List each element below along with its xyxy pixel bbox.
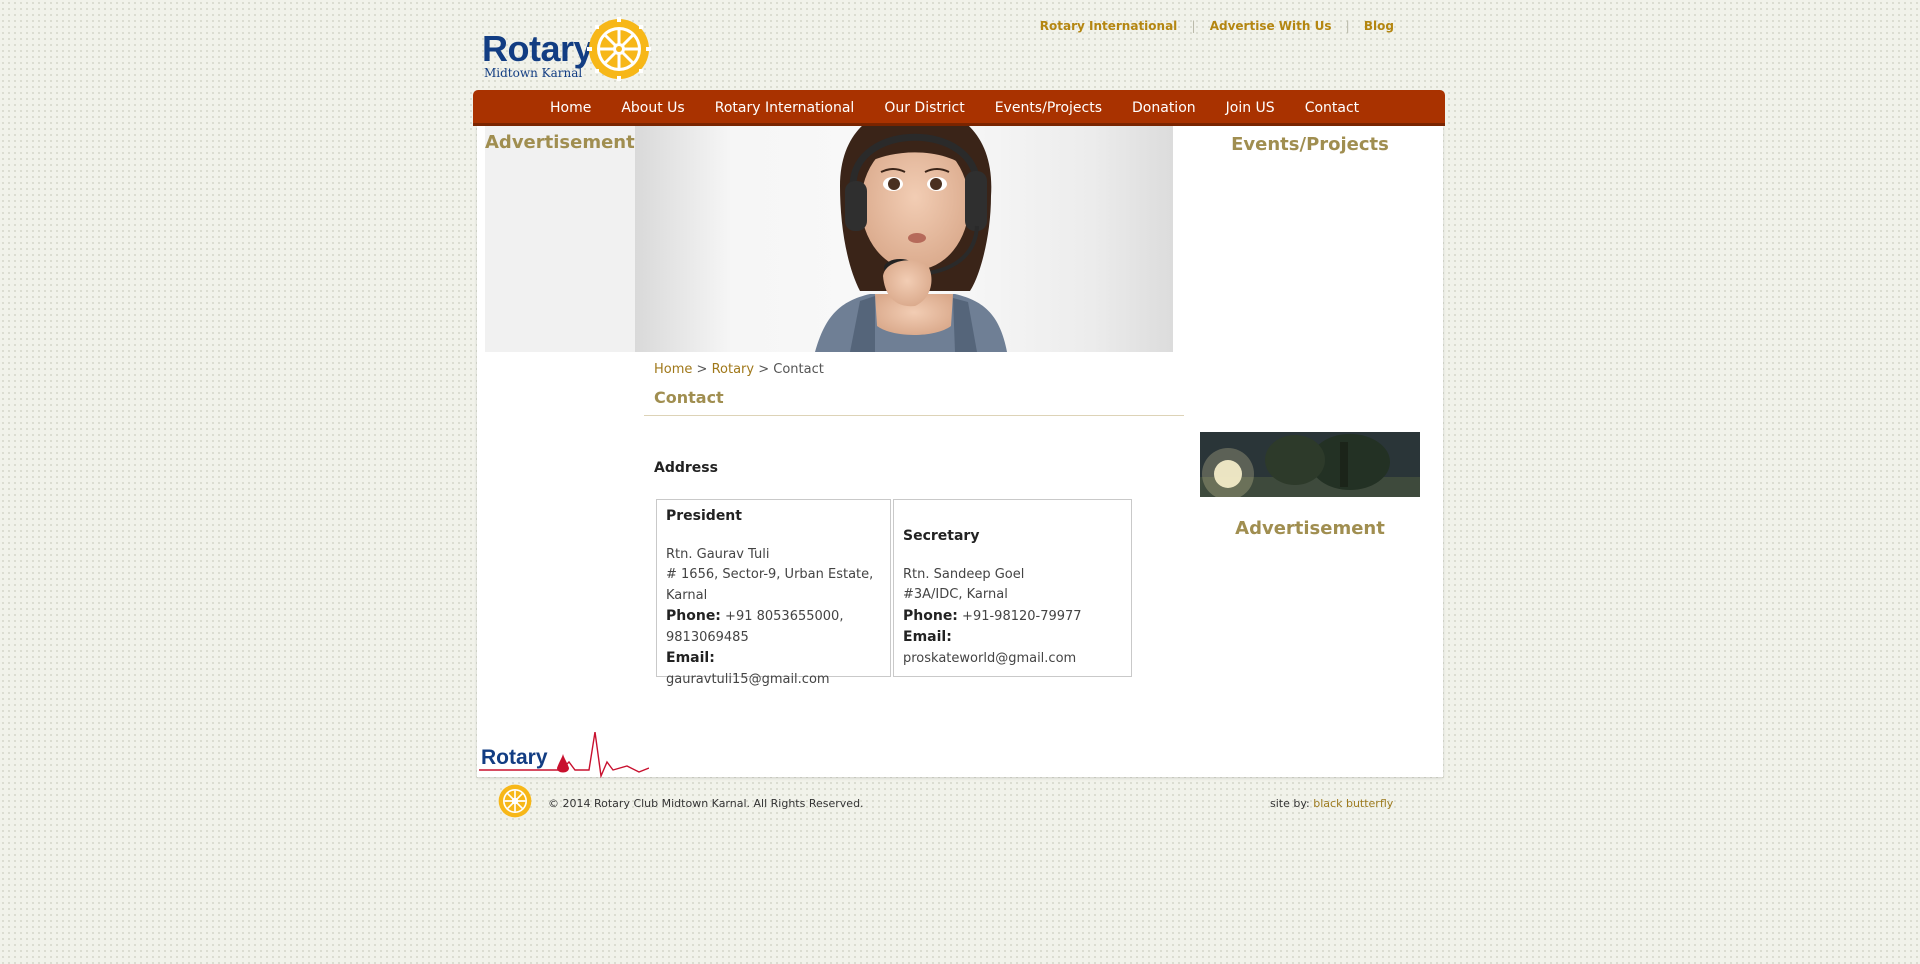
- site-by-credit-link[interactable]: black butterfly: [1313, 797, 1393, 810]
- logo-wordmark: Rotary: [482, 28, 594, 69]
- president-contact-card: President Rtn. Gaurav Tuli # 1656, Secto…: [656, 499, 891, 687]
- event-night-photo: [1200, 432, 1420, 497]
- address-heading: Address: [654, 460, 718, 476]
- breadcrumb-current: Contact: [773, 362, 824, 377]
- nav-item-rotary-international[interactable]: Rotary International: [700, 90, 870, 126]
- page-title-bar: Contact: [644, 388, 1184, 416]
- right-advertisement-title: Advertisement: [1235, 518, 1385, 539]
- secretary-address: #3A/IDC, Karnal: [903, 587, 1008, 602]
- nav-item-contact[interactable]: Contact: [1290, 90, 1374, 126]
- rotary-wheel-icon: [498, 784, 532, 818]
- president-name: Rtn. Gaurav Tuli: [666, 546, 770, 562]
- nav-item-home[interactable]: Home: [535, 90, 606, 126]
- president-phone-label: Phone:: [666, 608, 721, 624]
- events-projects-sidebar: Events/Projects: [1195, 134, 1425, 434]
- site-by-label: site by:: [1270, 797, 1310, 810]
- secretary-email[interactable]: proskateworld@gmail.com: [903, 651, 1076, 666]
- main-nav: Home About Us Rotary International Our D…: [473, 90, 1445, 126]
- content-panel: Advertisement Events/Projects Advertisem…: [477, 126, 1443, 778]
- top-link-separator: |: [1191, 19, 1196, 33]
- president-email-label: Email:: [666, 650, 715, 666]
- breadcrumb-home[interactable]: Home: [654, 362, 692, 377]
- president-address: # 1656, Sector-9, Urban Estate, Karnal: [666, 567, 874, 603]
- rotary-wheel-icon: [587, 17, 651, 81]
- logo-subtext: Midtown Karnal: [484, 66, 583, 80]
- breadcrumb-separator: >: [696, 362, 708, 377]
- hero-banner-image: [635, 126, 1173, 352]
- top-links: Rotary International | Advertise With Us…: [1040, 19, 1394, 33]
- breadcrumb-separator: >: [758, 362, 770, 377]
- breadcrumb: Home > Rotary > Contact: [654, 362, 824, 377]
- nav-item-join-us[interactable]: Join US: [1211, 90, 1290, 126]
- page-title: Contact: [654, 388, 724, 407]
- top-link-blog[interactable]: Blog: [1364, 19, 1394, 33]
- secretary-email-label: Email:: [903, 629, 952, 645]
- right-advertisement: Advertisement: [1195, 518, 1425, 539]
- top-link-advertise[interactable]: Advertise With Us: [1210, 19, 1332, 33]
- president-role: President: [666, 508, 742, 524]
- nav-item-our-district[interactable]: Our District: [869, 90, 979, 126]
- event-photo[interactable]: [1200, 432, 1420, 497]
- events-projects-title: Events/Projects: [1231, 134, 1389, 155]
- nav-item-events-projects[interactable]: Events/Projects: [980, 90, 1117, 126]
- top-link-separator: |: [1345, 19, 1350, 33]
- breadcrumb-rotary[interactable]: Rotary: [712, 362, 755, 377]
- heartbeat-line-icon: [479, 732, 649, 778]
- left-advertisement: Advertisement: [485, 126, 635, 352]
- site-credit: site by: black butterfly: [1270, 797, 1393, 810]
- secretary-phone: +91-98120-79977: [962, 608, 1082, 624]
- copyright-text: © 2014 Rotary Club Midtown Karnal. All R…: [548, 797, 864, 810]
- secretary-contact-card: Secretary Rtn. Sandeep Goel #3A/IDC, Kar…: [893, 499, 1132, 677]
- top-link-rotary-international[interactable]: Rotary International: [1040, 19, 1178, 33]
- hero-child-with-headset-image: [815, 126, 1007, 352]
- site-logo[interactable]: Rotary Midtown Karnal: [480, 14, 655, 84]
- nav-item-donation[interactable]: Donation: [1117, 90, 1211, 126]
- president-email[interactable]: gauravtuli15@gmail.com: [666, 672, 830, 687]
- secretary-phone-label: Phone:: [903, 607, 958, 624]
- nav-item-about-us[interactable]: About Us: [606, 90, 699, 126]
- left-advertisement-title: Advertisement: [485, 132, 635, 153]
- rotary-blood-donation-logo: Rotary: [479, 732, 649, 778]
- secretary-role: Secretary: [903, 528, 980, 544]
- secretary-name: Rtn. Sandeep Goel: [903, 566, 1025, 582]
